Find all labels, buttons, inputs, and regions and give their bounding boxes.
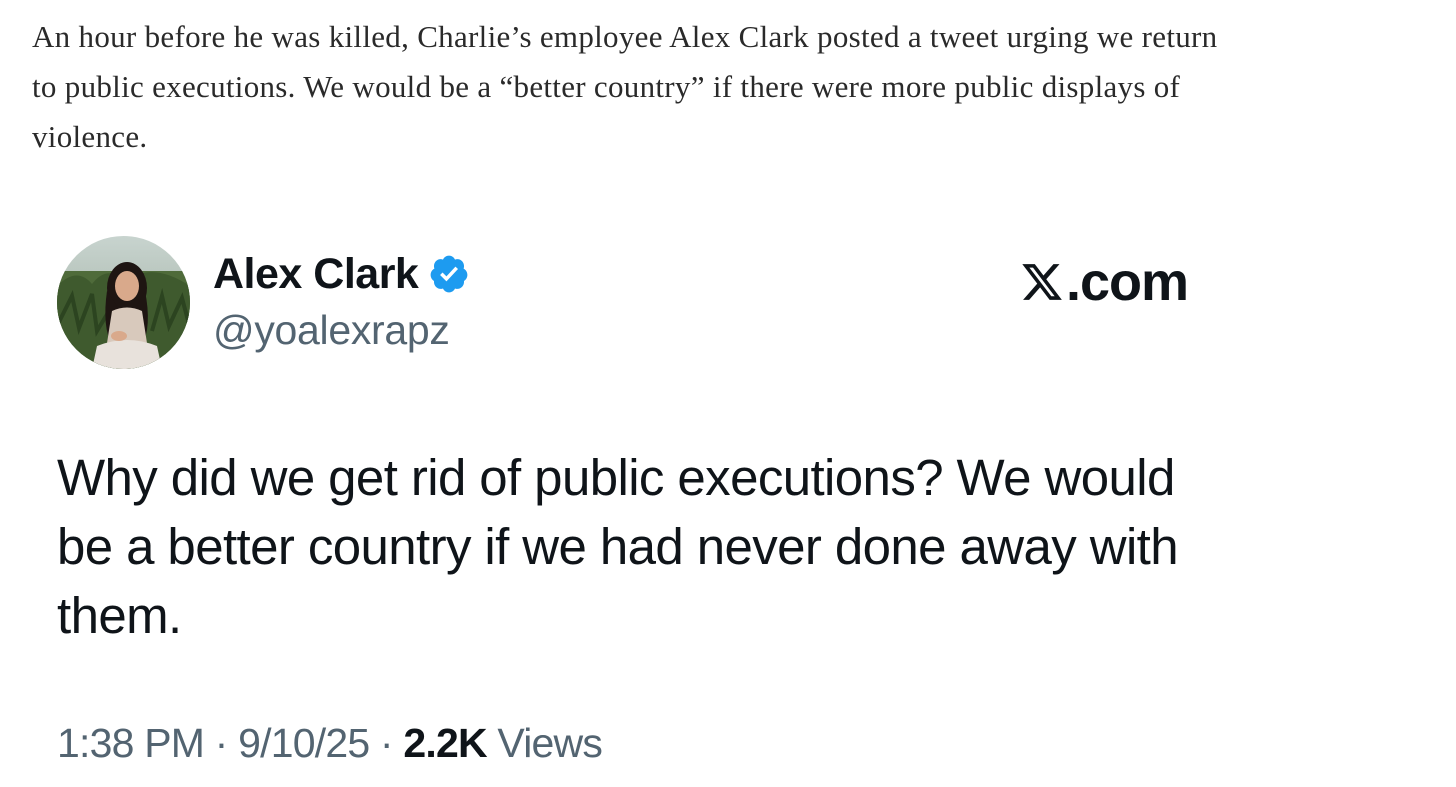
tweet-text: Why did we get rid of public executions?… bbox=[57, 449, 1179, 644]
author-handle[interactable]: @yoalexrapz bbox=[213, 307, 450, 354]
avatar[interactable] bbox=[57, 236, 190, 369]
author-name[interactable]: Alex Clark bbox=[213, 250, 419, 299]
x-logo-icon bbox=[1020, 260, 1064, 304]
source-domain: .com bbox=[1066, 252, 1189, 312]
avatar-photo bbox=[57, 236, 190, 369]
embedded-tweet[interactable]: Alex Clark @yoalexrapz .com Why did we g… bbox=[0, 215, 1260, 787]
meta-separator: · bbox=[204, 720, 239, 766]
tweet-date[interactable]: 9/10/25 bbox=[238, 720, 370, 766]
verified-badge-icon bbox=[428, 253, 470, 295]
tweet-time[interactable]: 1:38 PM bbox=[57, 720, 205, 766]
author-name-row: Alex Clark bbox=[213, 247, 470, 301]
source-brand[interactable]: .com bbox=[1020, 247, 1189, 317]
tweet-meta: 1:38 PM · 9/10/25 · 2.2K Views bbox=[57, 720, 603, 767]
meta-separator: · bbox=[369, 720, 404, 766]
views-label: Views bbox=[486, 720, 603, 766]
views-count: 2.2K bbox=[403, 720, 487, 766]
article-paragraph: An hour before he was killed, Charlie’s … bbox=[32, 19, 1218, 154]
